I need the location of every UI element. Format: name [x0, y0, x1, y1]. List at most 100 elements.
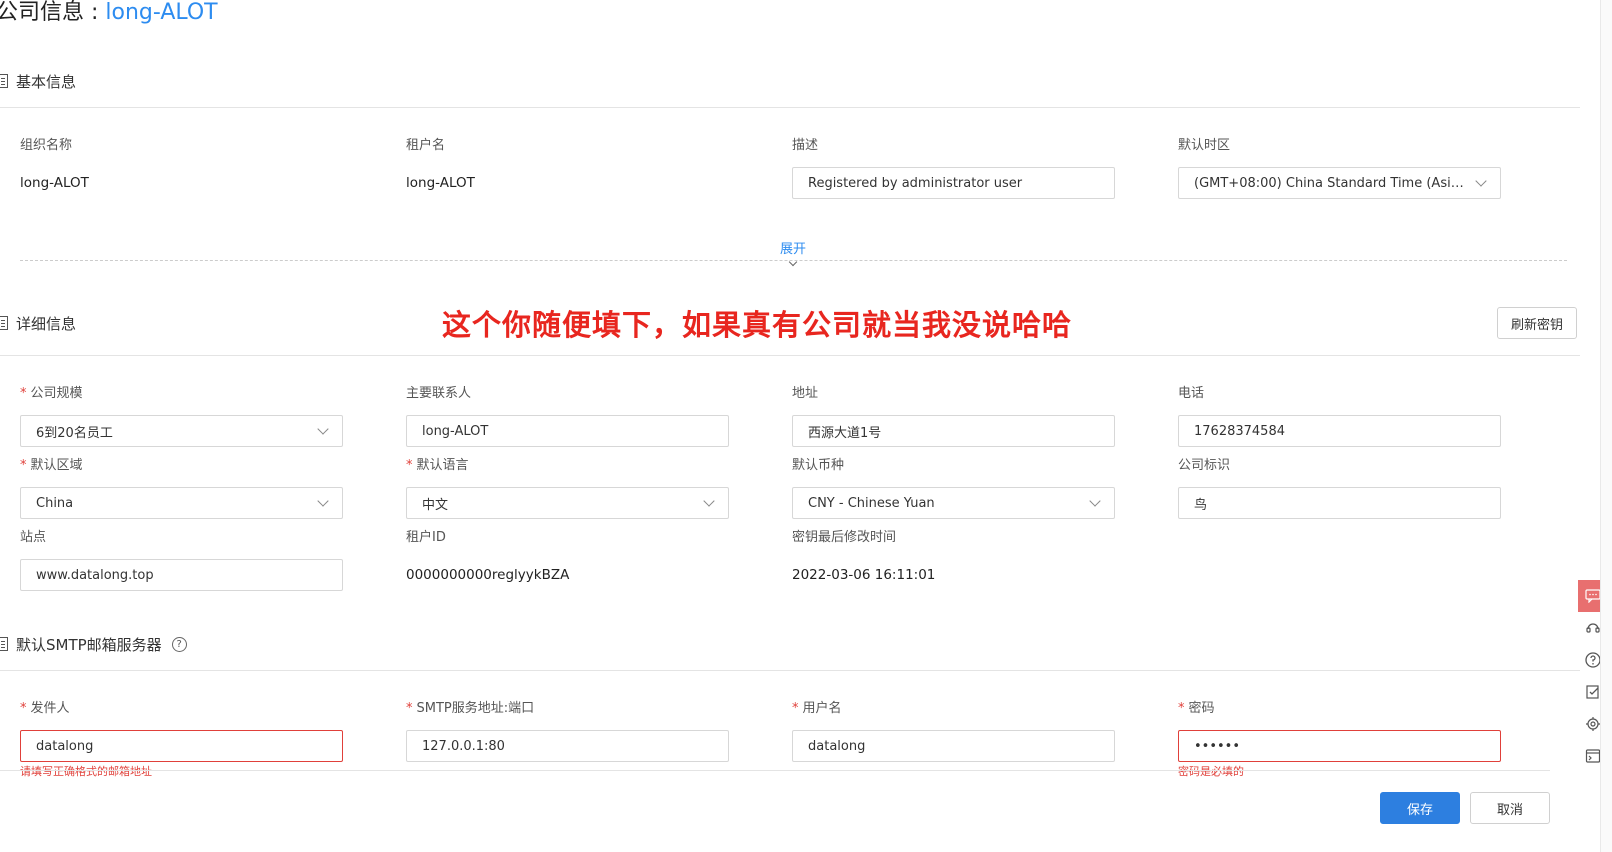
- key-modified-value: 2022-03-06 16:11:01: [792, 567, 936, 583]
- smtp-server-input[interactable]: 127.0.0.1:80: [406, 730, 729, 762]
- contact-label: 主要联系人: [406, 386, 472, 401]
- contact-field: 主要联系人 long-ALOT: [406, 385, 729, 447]
- org-name-value: long-ALOT: [20, 175, 89, 191]
- chevron-down-icon: [703, 495, 715, 507]
- language-select[interactable]: 中文: [406, 487, 729, 519]
- company-mark-input[interactable]: 鸟: [1178, 487, 1501, 519]
- password-value: ••••••: [1194, 738, 1241, 754]
- list-icon: [0, 74, 8, 88]
- site-field: 站点 www.datalong.top: [20, 529, 343, 591]
- phone-input[interactable]: 17628374584: [1178, 415, 1501, 447]
- company-size-select[interactable]: 6到20名员工: [20, 415, 343, 447]
- password-input[interactable]: ••••••: [1178, 730, 1501, 762]
- sender-label: * 发件人: [20, 701, 70, 716]
- smtp-server-field: * SMTP服务地址:端口 127.0.0.1:80: [406, 700, 729, 762]
- tenant-name-field: 租户名 long-ALOT: [406, 137, 729, 199]
- address-value: 西源大道1号: [808, 425, 882, 441]
- phone-field: 电话 17628374584: [1178, 385, 1501, 447]
- key-modified-field: 密钥最后修改时间 2022-03-06 16:11:01: [792, 529, 1115, 591]
- tenant-id-field: 租户ID 0000000000reglyykBZA: [406, 529, 729, 591]
- annotation-text: 这个你随便填下，如果真有公司就当我没说哈哈: [442, 308, 1073, 342]
- detail-info-title: 详细信息: [16, 314, 77, 333]
- description-field: 描述 Registered by administrator user: [792, 137, 1115, 199]
- tenant-name-label: 租户名: [406, 138, 446, 153]
- language-value: 中文: [422, 497, 449, 513]
- chevron-down-icon: [1475, 175, 1487, 187]
- description-label: 描述: [792, 138, 819, 153]
- page-title-prefix: 公司信息 :: [0, 0, 106, 25]
- company-mark-field: 公司标识 鸟: [1178, 457, 1501, 519]
- detail-info-divider: [0, 355, 1580, 356]
- smtp-divider: [0, 670, 1580, 671]
- language-field: * 默认语言 中文: [406, 457, 729, 519]
- smtp-title: 默认SMTP邮箱服务器: [16, 635, 162, 654]
- timezone-select[interactable]: (GMT+08:00) China Standard Time (Asia/Sh…: [1178, 167, 1501, 199]
- basic-info-title: 基本信息: [16, 72, 77, 91]
- currency-value: CNY - Chinese Yuan: [808, 495, 935, 511]
- username-field: * 用户名 datalong: [792, 700, 1115, 762]
- chevron-down-icon: [788, 257, 798, 267]
- smtp-server-value: 127.0.0.1:80: [422, 738, 505, 754]
- username-value: datalong: [808, 738, 866, 754]
- password-label: * 密码: [1178, 701, 1215, 716]
- region-field: * 默认区域 China: [20, 457, 343, 519]
- phone-value: 17628374584: [1194, 423, 1285, 439]
- timezone-label: 默认时区: [1178, 138, 1231, 153]
- save-button[interactable]: 保存: [1380, 792, 1460, 824]
- password-field: * 密码 •••••• 密码是必填的: [1178, 700, 1501, 779]
- smtp-server-label: * SMTP服务地址:端口: [406, 701, 535, 716]
- address-label: 地址: [792, 386, 819, 401]
- tenant-name-value: long-ALOT: [406, 175, 475, 191]
- sender-value: datalong: [36, 738, 94, 754]
- list-icon: [0, 637, 8, 651]
- region-value: China: [36, 495, 74, 511]
- username-label: * 用户名: [792, 701, 842, 716]
- refresh-key-button[interactable]: 刷新密钥: [1497, 307, 1577, 339]
- key-modified-label: 密钥最后修改时间: [792, 530, 897, 545]
- description-value: Registered by administrator user: [808, 175, 1023, 191]
- site-input[interactable]: www.datalong.top: [20, 559, 343, 591]
- language-label: * 默认语言: [406, 458, 469, 473]
- company-size-field: * 公司规模 6到20名员工: [20, 385, 343, 447]
- list-icon: [0, 316, 8, 330]
- currency-field: 默认币种 CNY - Chinese Yuan: [792, 457, 1115, 519]
- chevron-down-icon: [317, 495, 329, 507]
- company-size-label: * 公司规模: [20, 386, 83, 401]
- tenant-id-label: 租户ID: [406, 530, 446, 545]
- page-title: 公司信息 : long-ALOT: [0, 0, 218, 26]
- phone-label: 电话: [1178, 386, 1205, 401]
- contact-value: long-ALOT: [422, 423, 489, 439]
- cancel-button[interactable]: 取消: [1470, 792, 1550, 824]
- basic-info-header: 基本信息: [0, 66, 1580, 96]
- page-title-company: long-ALOT: [105, 0, 218, 25]
- password-error: 密码是必填的: [1178, 765, 1244, 778]
- site-value: www.datalong.top: [36, 567, 154, 583]
- org-name-field: 组织名称 long-ALOT: [20, 137, 343, 199]
- currency-label: 默认币种: [792, 458, 845, 473]
- description-input[interactable]: Registered by administrator user: [792, 167, 1115, 199]
- company-mark-label: 公司标识: [1178, 458, 1231, 473]
- address-input[interactable]: 西源大道1号: [792, 415, 1115, 447]
- tenant-id-value: 0000000000reglyykBZA: [406, 567, 570, 583]
- contact-input[interactable]: long-ALOT: [406, 415, 729, 447]
- company-size-value: 6到20名员工: [36, 425, 113, 441]
- timezone-field: 默认时区 (GMT+08:00) China Standard Time (As…: [1178, 137, 1501, 199]
- timezone-value: (GMT+08:00) China Standard Time (Asia/Sh…: [1194, 175, 1469, 191]
- footer-divider: [0, 770, 1550, 771]
- sender-input[interactable]: datalong: [20, 730, 343, 762]
- smtp-header: 默认SMTP邮箱服务器 ?: [0, 629, 1580, 659]
- site-label: 站点: [20, 530, 47, 545]
- currency-select[interactable]: CNY - Chinese Yuan: [792, 487, 1115, 519]
- region-select[interactable]: China: [20, 487, 343, 519]
- sender-field: * 发件人 datalong 请填写正确格式的邮箱地址: [20, 700, 343, 779]
- chevron-down-icon: [1089, 495, 1101, 507]
- region-label: * 默认区域: [20, 458, 83, 473]
- expand-label: 展开: [779, 242, 806, 257]
- scrollbar-track[interactable]: [1600, 0, 1612, 852]
- basic-info-divider: [0, 107, 1580, 108]
- username-input[interactable]: datalong: [792, 730, 1115, 762]
- sender-error: 请填写正确格式的邮箱地址: [20, 765, 152, 778]
- company-mark-value: 鸟: [1194, 497, 1208, 513]
- question-icon[interactable]: ?: [171, 636, 187, 652]
- expand-toggle[interactable]: 展开: [778, 238, 808, 267]
